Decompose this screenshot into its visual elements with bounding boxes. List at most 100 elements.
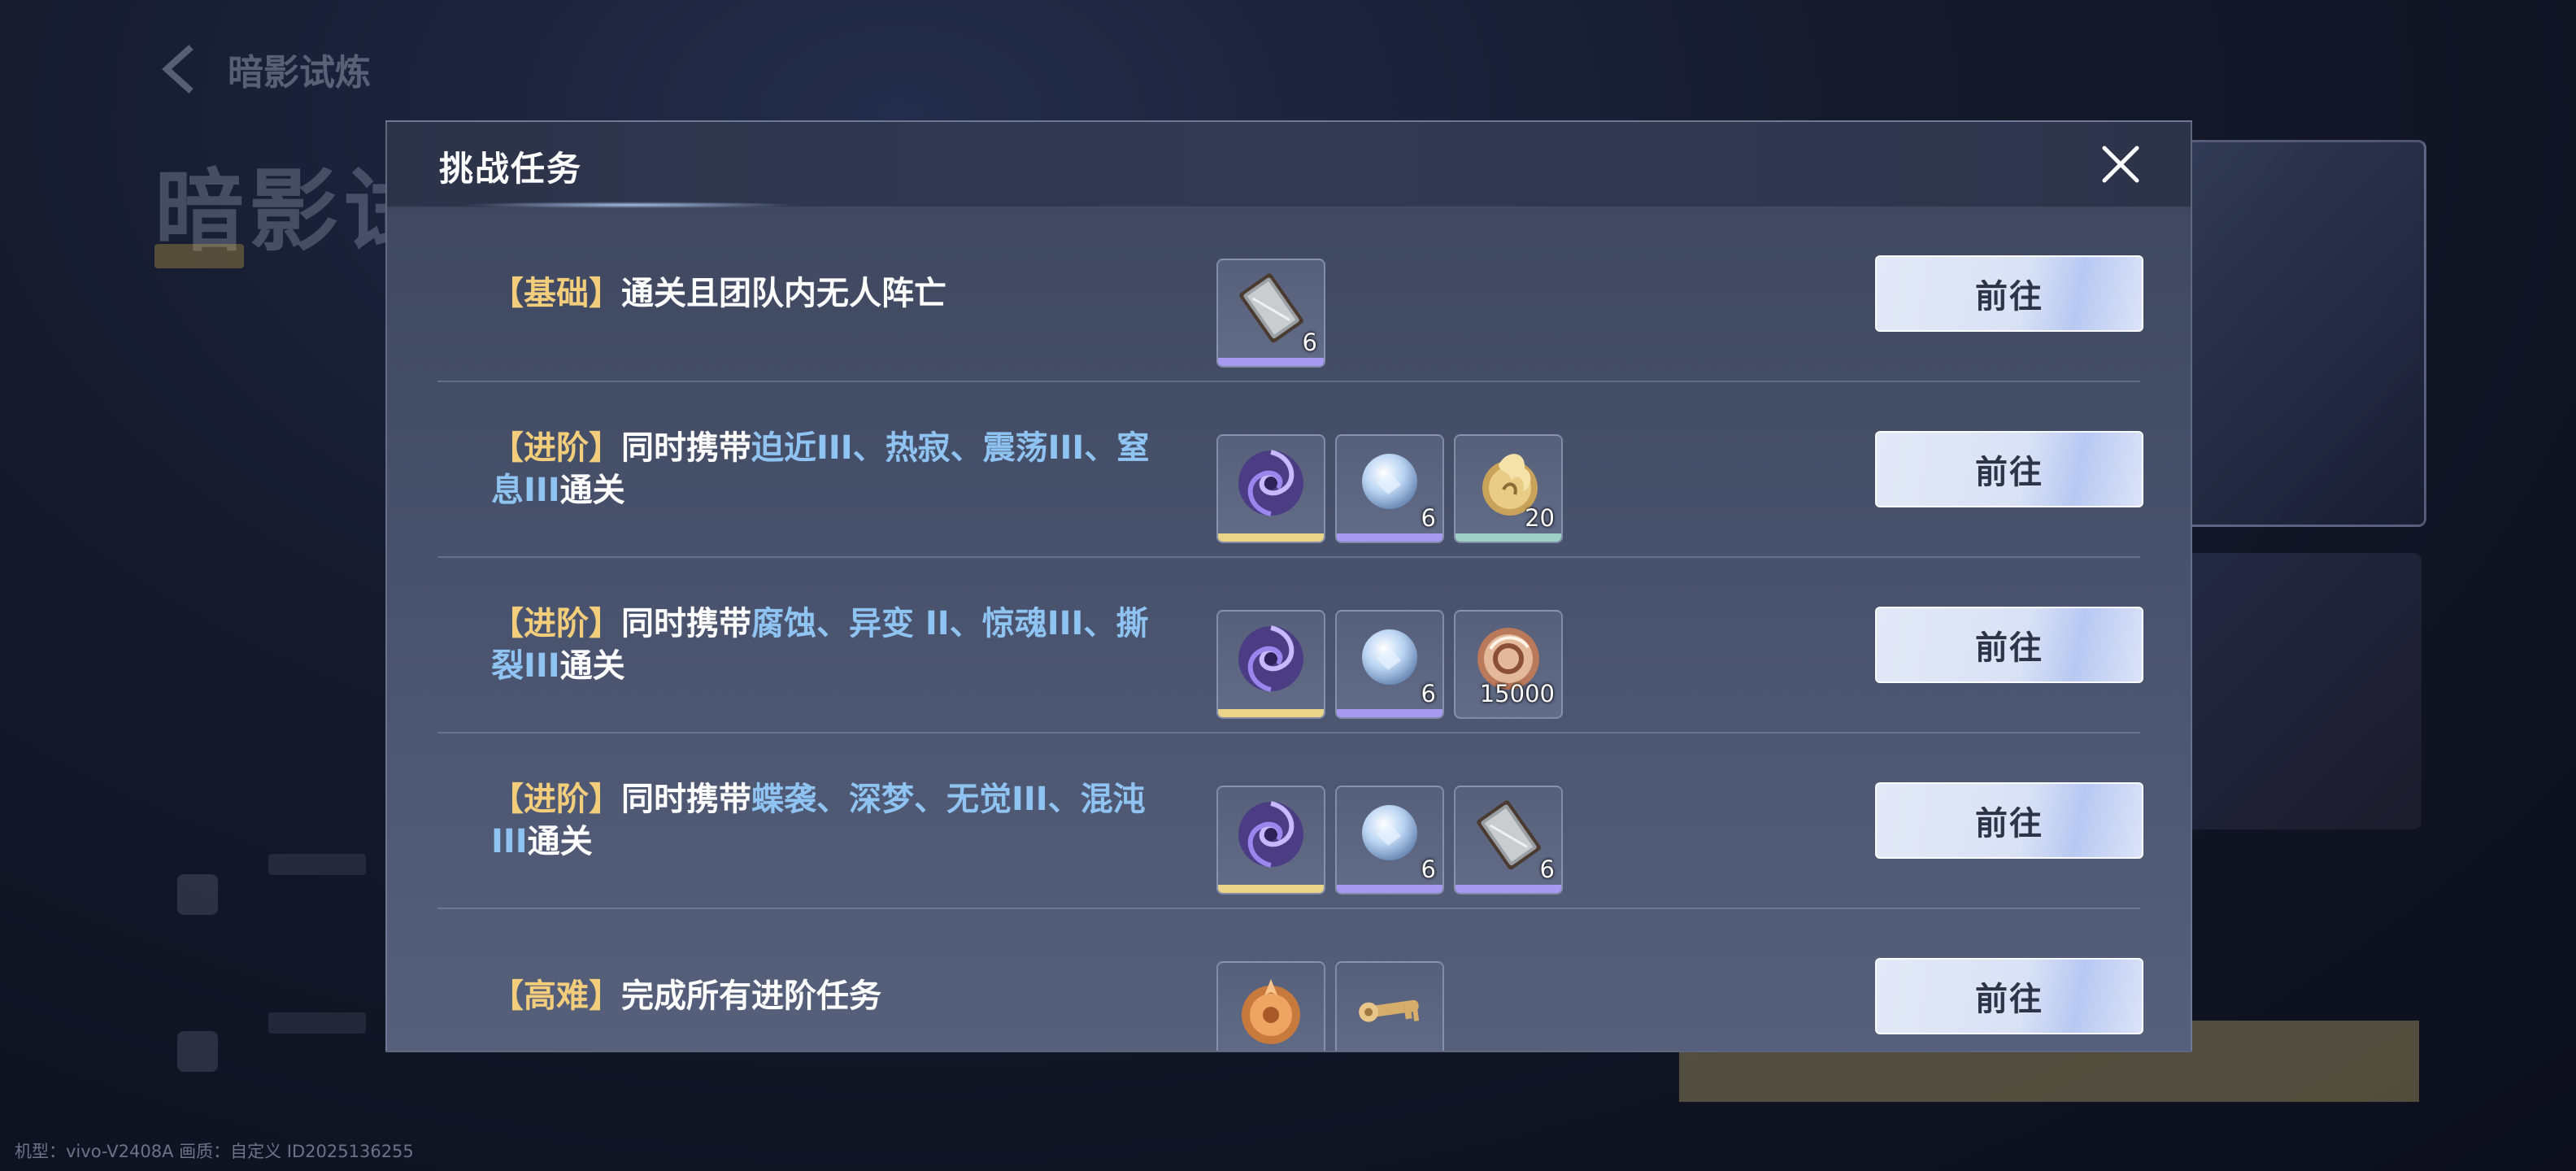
reward-item[interactable]: 6 (1216, 259, 1325, 368)
background-row-text (268, 854, 366, 875)
task-buff-name: 异变 II (849, 605, 950, 642)
reward-item[interactable]: 6 (1454, 786, 1563, 895)
reward-list: 6 (1216, 259, 1325, 368)
back-label: 暗影试炼 (228, 52, 371, 94)
task-buff-name: 、 (914, 781, 946, 818)
task-text-segment: 通关 (527, 823, 593, 860)
reward-quantity: 6 (1539, 855, 1555, 883)
reward-quantity: 6 (1421, 855, 1436, 883)
go-button[interactable]: 前往 (1875, 255, 2143, 332)
task-description: 【进阶】同时携带腐蚀、异变 II、惊魂III、撕裂III通关 (491, 603, 1158, 687)
reward-item[interactable]: 6 (1335, 434, 1444, 543)
vortex-orb-icon (1229, 441, 1313, 529)
background-tag (154, 244, 244, 268)
rarity-bar (1218, 709, 1324, 717)
reward-quantity: 6 (1421, 680, 1436, 707)
bronze-emblem-icon (1229, 968, 1313, 1051)
crystal-orb-icon (1347, 616, 1432, 704)
reward-item[interactable] (1216, 434, 1325, 543)
modal-title: 挑战任务 (439, 149, 583, 189)
task-description: 【高难】完成所有进阶任务 (491, 975, 1158, 1017)
reward-item[interactable] (1216, 610, 1325, 719)
back-button[interactable]: 暗影试炼 (154, 41, 371, 98)
golden-key-icon (1347, 968, 1432, 1051)
ingot-icon (1466, 792, 1551, 880)
crystal-orb-icon (1347, 792, 1432, 880)
task-buff-name: 、 (1083, 605, 1116, 642)
task-buff-name: 震荡III (982, 429, 1085, 467)
task-text-segment: 同时携带 (621, 605, 751, 642)
task-buff-name: 、 (949, 605, 982, 642)
task-text-segment: 通关且团队内无人阵亡 (621, 275, 946, 312)
reward-item[interactable] (1216, 786, 1325, 895)
task-row: 【进阶】同时携带蝶袭、深梦、无觉III、混沌III通关 6 6 前往 (437, 734, 2143, 909)
reward-item[interactable]: 20 (1454, 434, 1563, 543)
background-card (2169, 140, 2426, 527)
reward-list: 6 20 (1216, 434, 1563, 543)
go-button[interactable]: 前往 (1875, 958, 2143, 1034)
background-row-icon (177, 874, 218, 915)
task-description: 【基础】通关且团队内无人阵亡 (491, 272, 1158, 315)
task-buff-name: 热寂 (885, 429, 951, 467)
reward-list: 6 15000 (1216, 610, 1563, 719)
modal-header: 挑战任务 (387, 122, 2191, 208)
task-buff-name: 蝶袭 (751, 781, 816, 818)
go-button[interactable]: 前往 (1875, 782, 2143, 859)
reward-item[interactable] (1216, 961, 1325, 1051)
close-button[interactable] (2095, 138, 2147, 190)
rarity-bar (1337, 533, 1442, 542)
task-tier-label: 【进阶】 (491, 605, 621, 642)
task-text-segment: 同时携带 (621, 781, 751, 818)
task-description: 【进阶】同时携带迫近III、热寂、震荡III、窒息III通关 (491, 427, 1158, 511)
task-buff-name: 、 (816, 605, 849, 642)
rarity-bar (1218, 533, 1324, 542)
task-text-segment: 通关 (559, 647, 625, 685)
reward-item[interactable]: 6 (1335, 610, 1444, 719)
task-tier-label: 【基础】 (491, 275, 621, 312)
task-tier-label: 【高难】 (491, 977, 621, 1015)
reward-item[interactable]: 6 (1335, 786, 1444, 895)
reward-item[interactable] (1335, 961, 1444, 1051)
rarity-bar (1456, 533, 1561, 542)
back-arrow-icon (162, 45, 194, 94)
go-button[interactable]: 前往 (1875, 431, 2143, 507)
rarity-bar (1218, 358, 1324, 366)
reward-item[interactable]: 15000 (1454, 610, 1563, 719)
task-text-segment: 完成所有进阶任务 (621, 977, 881, 1015)
background-row-icon (177, 1031, 218, 1072)
vortex-orb-icon (1229, 616, 1313, 704)
rarity-bar (1218, 885, 1324, 893)
task-tier-label: 【进阶】 (491, 429, 621, 467)
challenge-task-modal: 挑战任务 【基础】通关且团队内无人阵亡 6 前往 【进阶】同时携带迫近III、热寂、震… (385, 120, 2192, 1052)
task-buff-name: 、 (1047, 781, 1081, 818)
task-buff-name: 迫近III (751, 429, 853, 467)
crystal-orb-icon (1347, 441, 1432, 529)
rarity-bar (1337, 885, 1442, 893)
task-row: 【高难】完成所有进阶任务 前往 (437, 909, 2143, 1051)
task-buff-name: 、 (816, 781, 849, 818)
reward-quantity: 6 (1421, 504, 1436, 532)
rarity-bar (1337, 709, 1442, 717)
reward-quantity: 6 (1302, 329, 1317, 356)
task-buff-name: 无觉III (946, 781, 1048, 818)
rarity-bar (1456, 885, 1561, 893)
task-buff-name: 、 (1084, 429, 1117, 467)
task-buff-name: 深梦 (849, 781, 914, 818)
task-buff-name: 腐蚀 (751, 605, 816, 642)
close-icon (2102, 146, 2139, 183)
task-row: 【进阶】同时携带迫近III、热寂、震荡III、窒息III通关 6 20 前往 (437, 382, 2143, 558)
task-text-segment: 通关 (559, 472, 625, 509)
background-row-text (268, 1012, 366, 1034)
task-description: 【进阶】同时携带蝶袭、深梦、无觉III、混沌III通关 (491, 778, 1158, 863)
task-buff-name: 惊魂III (981, 605, 1084, 642)
reward-list: 66 (1216, 786, 1563, 895)
task-tier-label: 【进阶】 (491, 781, 621, 818)
vortex-orb-icon (1229, 792, 1313, 880)
reward-list (1216, 961, 1444, 1051)
task-text-segment: 同时携带 (621, 429, 751, 467)
reward-quantity: 15000 (1479, 680, 1555, 707)
go-button[interactable]: 前往 (1875, 607, 2143, 683)
reward-quantity: 20 (1525, 504, 1555, 532)
task-row: 【基础】通关且团队内无人阵亡 6 前往 (437, 207, 2143, 382)
task-row: 【进阶】同时携带腐蚀、异变 II、惊魂III、撕裂III通关 6 15000 前往 (437, 558, 2143, 734)
